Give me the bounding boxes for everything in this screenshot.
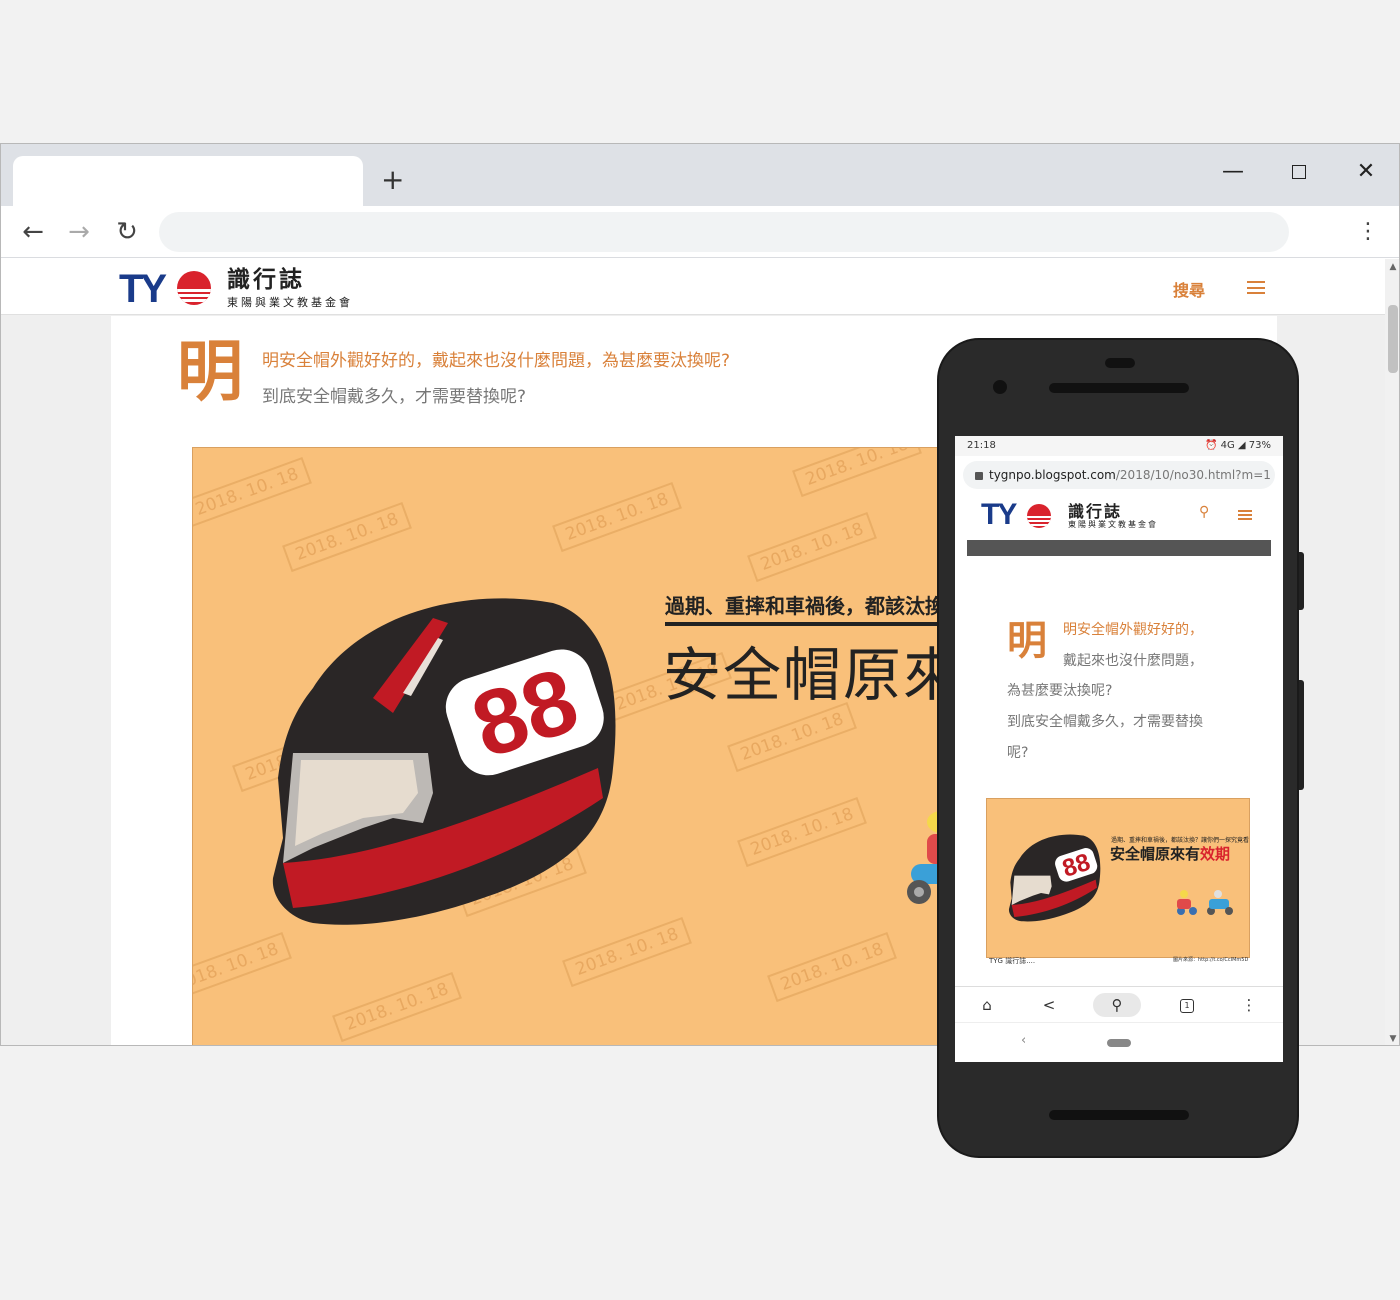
mobile-helmet-icon: 88 [1008, 834, 1101, 922]
watermark: 2018. 10. 18 [792, 448, 923, 498]
hero-title: 安全帽原來 [663, 641, 964, 709]
watermark: 2018. 10. 18 [767, 931, 898, 1003]
browser-menu-button[interactable]: ⋮ [1353, 214, 1383, 250]
mobile-hero-title: 安全帽原來有效期 [1110, 843, 1230, 864]
mobile-hero-title-main: 安全帽原來有 [1110, 845, 1201, 863]
logo-name: 識行誌 [227, 267, 305, 293]
hero-image: 2018. 10. 18 2018. 10. 18 2018. 10. 18 2… [192, 447, 972, 1045]
watermark: 2018. 10. 18 [747, 511, 878, 583]
watermark: 2018. 10. 18 [332, 971, 463, 1043]
page-scrollbar[interactable]: ▲ ▼ [1385, 259, 1399, 1045]
phone-screen: 21:18 ⏰ 4G ◢ 73% tygnpo.blogspot.com/201… [955, 436, 1283, 1062]
logo-mark: TY [119, 267, 167, 311]
watermark: 2018. 10. 18 [282, 501, 413, 573]
reload-button[interactable]: ↻ [109, 214, 145, 250]
hamburger-menu-icon[interactable] [1247, 281, 1265, 294]
status-time: 21:18 [967, 440, 996, 451]
hero-subtitle: 過期、重摔和車禍後，都該汰換 [665, 594, 945, 618]
url-path: /2018/10/no30.html?m=1 [1115, 468, 1271, 482]
hero-rule [665, 622, 971, 626]
mobile-hero-title-accent: 效期 [1200, 845, 1231, 863]
watermark: 2018. 10. 18 [737, 796, 868, 868]
active-tab[interactable] [13, 156, 363, 206]
phone-earpiece [1105, 358, 1135, 368]
search-link[interactable]: 搜尋 [1173, 277, 1205, 301]
android-back-icon[interactable]: ‹ [1021, 1033, 1026, 1048]
magnifier-icon: ⚲ [1111, 996, 1123, 1014]
phone-mockup: 21:18 ⏰ 4G ◢ 73% tygnpo.blogspot.com/201… [937, 338, 1299, 1158]
status-bar: 21:18 ⏰ 4G ◢ 73% [955, 436, 1283, 456]
mobile-lead-line: 呢? [1007, 745, 1029, 761]
scrollbar-thumb[interactable] [1388, 305, 1398, 373]
front-camera-icon [993, 380, 1007, 394]
mobile-caption-logo: TYG 識行誌.... [989, 957, 1036, 965]
mobile-lead-line: 到底安全帽戴多久，才需要替換 [1007, 714, 1203, 730]
mobile-lead-line: 明安全帽外觀好好的， [1063, 622, 1203, 638]
site-header: TY 識行誌 東陽與業文教基金會 搜尋 [1, 259, 1385, 315]
watermark: 2018. 10. 18 [193, 931, 293, 1003]
mobile-logo-subtitle: 東陽與業文教基金會 [1068, 520, 1158, 529]
phone-speaker-bottom [1049, 1110, 1189, 1120]
mobile-address-bar[interactable]: tygnpo.blogspot.com/2018/10/no30.html?m=… [963, 461, 1275, 489]
browser-toolbar: ← → ↻ ⋮ [1, 206, 1399, 258]
watermark: 2018. 10. 18 [552, 481, 683, 553]
mobile-lead-line: 為甚麼要汰換呢? [1007, 683, 1113, 699]
mobile-hamburger-menu-icon[interactable] [1238, 510, 1252, 520]
lead-line-2: 到底安全帽戴多久，才需要替換呢? [262, 387, 527, 407]
search-icon[interactable]: ⚲ [1199, 504, 1209, 520]
mobile-caption-source: 圖片來源：http://t.co/CcIMm5D [1173, 957, 1249, 963]
tab-switcher-button[interactable]: 1 [1171, 993, 1203, 1017]
more-menu-icon[interactable]: ⋮ [1233, 993, 1265, 1017]
mobile-scooter-riders-icon [1177, 890, 1233, 915]
mobile-drop-cap: 明 [1007, 618, 1047, 664]
tab-strip: + — ✕ [1, 144, 1399, 206]
minimize-button[interactable]: — [1213, 152, 1253, 192]
phone-speaker-top [1049, 383, 1189, 393]
lock-icon [975, 471, 983, 480]
watermark: 2018. 10. 18 [193, 456, 313, 528]
mobile-logo-mark: TY [981, 498, 1017, 531]
helmet-illustration-icon: 88 [272, 598, 616, 925]
logo-subtitle: 東陽與業文教基金會 [227, 296, 353, 309]
mobile-browser-bottom-bar: ⌂ < ⚲ 1 ⋮ [955, 986, 1283, 1022]
mobile-banner-bar [967, 540, 1271, 556]
home-icon[interactable]: ⌂ [971, 993, 1003, 1017]
maximize-icon [1292, 165, 1306, 179]
back-button[interactable]: ← [15, 214, 51, 250]
close-button[interactable]: ✕ [1346, 152, 1386, 192]
scroll-up-arrow-icon[interactable]: ▲ [1385, 259, 1399, 275]
scroll-down-arrow-icon[interactable]: ▼ [1385, 1031, 1399, 1045]
android-nav-bar: ‹ [955, 1022, 1283, 1062]
mobile-lead-line: 戴起來也沒什麼問題， [1063, 653, 1203, 669]
new-tab-button[interactable]: + [381, 166, 404, 194]
drop-cap: 明 [177, 333, 243, 410]
lead-line-1: 明安全帽外觀好好的，戴起來也沒什麼問題，為甚麼要汰換呢? [262, 351, 731, 371]
watermark: 2018. 10. 18 [727, 701, 858, 773]
android-home-pill[interactable] [1107, 1039, 1131, 1047]
mobile-logo-g-icon [1027, 504, 1051, 528]
forward-button[interactable]: → [61, 214, 97, 250]
tab-count: 1 [1180, 998, 1194, 1013]
mobile-hero-image: 88 過期、重摔和車禍後，都該汰換？讓你們一探究竟看看 安全帽原來有效期 [986, 798, 1250, 958]
maximize-button[interactable] [1279, 152, 1319, 192]
status-icons: ⏰ 4G ◢ 73% [1204, 440, 1271, 451]
mobile-site-header: TY 識行誌 東陽與業文教基金會 ⚲ [955, 494, 1283, 542]
mobile-search-button[interactable]: ⚲ [1093, 993, 1141, 1017]
address-bar[interactable] [159, 212, 1289, 252]
share-icon[interactable]: < [1033, 993, 1065, 1017]
logo-g-icon [177, 271, 211, 305]
url-host: tygnpo.blogspot.com [989, 468, 1116, 482]
